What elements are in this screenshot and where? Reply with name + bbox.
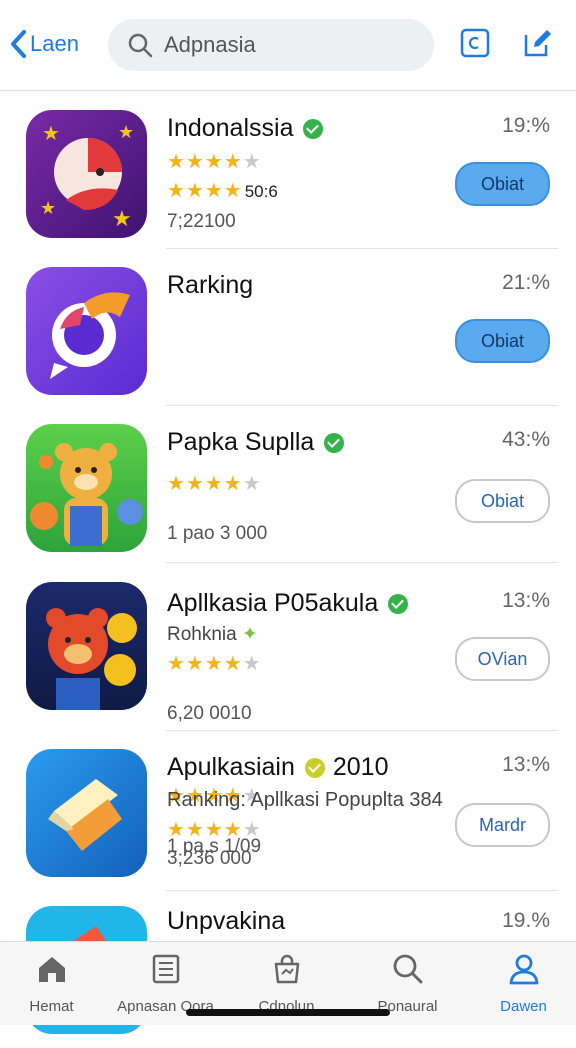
home-icon [38, 957, 65, 982]
app-name: Papka Suplla [167, 428, 345, 457]
verified-icon [304, 757, 325, 778]
top-bar: Laen [0, 0, 576, 91]
star-rating: ★★★★★ [167, 151, 262, 173]
app-icon-apulkasiain [26, 749, 147, 877]
app-icon-indonalssia: ★ ★ ★ ★ [26, 110, 147, 238]
c-icon-button[interactable] [458, 26, 492, 60]
search-input[interactable] [162, 31, 426, 59]
get-button[interactable]: OVian [455, 637, 550, 681]
c-icon [460, 28, 490, 58]
list-item[interactable]: Rarking ★★★★★ 1 pao 3 000 21:% Obiat [0, 249, 576, 544]
app-subtitle: Ranking: Apllkasi Popuplta 384 [167, 789, 443, 811]
bag-icon [274, 954, 299, 984]
home-indicator [186, 1009, 390, 1016]
list-item[interactable]: Apllkasia P05akula Rohknia ✦ ★★★★★ 6,20 … [0, 563, 576, 731]
svg-text:★: ★ [40, 198, 56, 218]
app-percent: 19:% [502, 114, 550, 137]
app-subtitle: Rohknia ✦ [167, 624, 258, 645]
app-name: Rarking [167, 271, 254, 299]
back-button[interactable]: Laen [8, 26, 79, 62]
app-percent: 43:% [502, 428, 550, 451]
person-icon [509, 954, 538, 985]
app-name: Indonalssia [167, 114, 324, 143]
list-item[interactable]: Papka Suplla ★★★★★ 1 pa.s 1/09 43:% Obia… [0, 406, 576, 857]
app-list: ★ ★ ★ ★ Indonalssia ★★★★★ ★★★★ 50:6 7;22100… [0, 92, 576, 1048]
verified-icon [324, 432, 345, 453]
tab-cdnolun[interactable]: Cdnolun [229, 952, 344, 1015]
tab-ponaural[interactable]: Ponaural [350, 952, 465, 1015]
app-percent: 13:% [502, 753, 550, 776]
list-icon [152, 954, 179, 984]
verified-icon [303, 118, 324, 139]
star-rating: ★★★★★ [167, 819, 262, 841]
list-item[interactable]: Apulkasiain 2010 Ranking: Apllkasi Popup… [0, 731, 576, 891]
app-icon-papka-suplla [26, 424, 147, 552]
get-button[interactable]: Obiat [455, 479, 550, 523]
app-meta: 7;22100 [167, 211, 236, 232]
verified-icon [388, 593, 409, 614]
svg-text:★: ★ [118, 122, 134, 142]
app-percent: 13:% [502, 589, 550, 612]
app-name: Apllkasia P05akula [167, 589, 409, 618]
app-name: Unpvakina [167, 907, 286, 935]
get-button[interactable]: Mardr [455, 803, 550, 847]
star-rating-secondary: ★★★★ 50:6 [167, 180, 278, 202]
star-rating: ★★★★★ [167, 653, 262, 675]
search-icon [393, 954, 422, 984]
app-meta: 3;236 000 [167, 848, 252, 869]
search-bar[interactable] [108, 19, 434, 71]
tab-apnasan-oora[interactable]: Apnasan Oora [108, 952, 223, 1015]
edit-button[interactable] [521, 26, 555, 60]
app-icon-rarking [26, 267, 147, 395]
tab-dawen[interactable]: Dawen [466, 952, 576, 1015]
search-icon [128, 33, 153, 58]
app-percent: 19.% [502, 909, 550, 932]
svg-text:★: ★ [112, 206, 132, 231]
tab-hemat[interactable]: Hemat [0, 952, 109, 1015]
back-label: Laen [30, 31, 79, 56]
chevron-left-icon [11, 30, 26, 58]
app-meta: 6,20 0010 [167, 703, 252, 724]
get-button[interactable]: Obiat [455, 319, 550, 363]
app-icon-apllkasia [26, 582, 147, 710]
get-button[interactable]: Obiat [455, 162, 550, 206]
list-item[interactable]: ★ ★ ★ ★ Indonalssia ★★★★★ ★★★★ 50:6 7;22100… [0, 92, 576, 249]
edit-icon [524, 30, 551, 57]
app-name: Apulkasiain 2010 [167, 753, 389, 781]
svg-text:★: ★ [42, 123, 60, 145]
app-percent: 21:% [502, 271, 550, 294]
